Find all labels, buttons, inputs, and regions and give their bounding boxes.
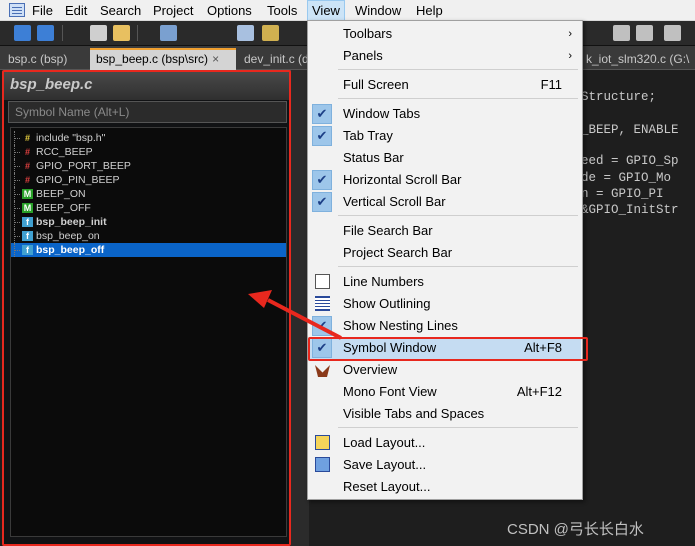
code-line: _BEEP, ENABLE — [581, 123, 679, 137]
tab-dev-init-c[interactable]: dev_init.c (d — [238, 48, 307, 70]
outlining-icon — [315, 296, 330, 311]
code-line: Structure; — [581, 90, 657, 104]
code-line: de = GPIO_Mo — [581, 171, 672, 185]
code-line: &GPIO_InitStr — [581, 203, 679, 217]
toolbar-button-icon[interactable] — [613, 25, 630, 41]
menu-item-label: Show Nesting Lines — [343, 318, 458, 333]
overview-icon — [315, 365, 330, 377]
menu-item-vertical-scroll-bar[interactable]: ✔ Vertical Scroll Bar — [309, 191, 581, 213]
checkmark-icon: ✔ — [312, 192, 332, 212]
tab-bsp-c[interactable]: bsp.c (bsp) — [2, 48, 88, 70]
menu-tools[interactable]: Tools — [267, 0, 297, 21]
submenu-arrow-icon: › — [568, 28, 572, 40]
highlight-box-symbol-window-item — [308, 337, 588, 361]
tab-bsp-beep-c[interactable]: bsp_beep.c (bsp\src) × — [90, 48, 236, 70]
menu-separator — [338, 266, 578, 267]
menu-item-overview[interactable]: Overview — [309, 359, 581, 381]
menu-item-full-screen[interactable]: Full Screen F11 — [309, 74, 581, 96]
menu-item-window-tabs[interactable]: ✔ Window Tabs — [309, 103, 581, 125]
menu-help[interactable]: Help — [416, 0, 443, 21]
highlight-box-symbol-window — [2, 70, 291, 546]
menu-item-tab-tray[interactable]: ✔ Tab Tray — [309, 125, 581, 147]
menu-item-toolbars[interactable]: Toolbars › — [309, 23, 581, 45]
code-line: eed = GPIO_Sp — [581, 154, 679, 168]
toolbar-button-icon[interactable] — [664, 25, 681, 41]
menu-item-label: Toolbars — [343, 26, 393, 41]
menu-item-label: Load Layout... — [343, 435, 426, 450]
menu-item-label: Tab Tray — [343, 128, 393, 143]
menu-item-label: Window Tabs — [343, 106, 421, 121]
tab-iot-slm320-c[interactable]: k_iot_slm320.c (G:\ — [580, 48, 695, 70]
view-menu-dropdown: Toolbars › Panels › Full Screen F11 ✔ Window Ta… — [307, 20, 583, 500]
menu-edit[interactable]: Edit — [65, 0, 87, 21]
menu-separator — [338, 215, 578, 216]
toolbar-separator — [137, 25, 138, 41]
code-line: n = GPIO_PI — [581, 187, 664, 201]
menu-item-label: Visible Tabs and Spaces — [343, 406, 485, 421]
menu-item-label: Horizontal Scroll Bar — [343, 172, 462, 187]
submenu-arrow-icon: › — [568, 50, 572, 62]
menu-item-mono-font-view[interactable]: Mono Font View Alt+F12 — [309, 381, 581, 403]
menu-item-file-search-bar[interactable]: File Search Bar — [309, 220, 581, 242]
toolbar-separator — [62, 25, 63, 41]
menu-item-project-search-bar[interactable]: Project Search Bar — [309, 242, 581, 264]
menu-item-label: Panels — [343, 48, 383, 63]
menu-item-label: Reset Layout... — [343, 479, 431, 494]
menu-item-show-nesting-lines[interactable]: ✔ Show Nesting Lines — [309, 315, 581, 337]
forward-arrow-icon[interactable] — [37, 25, 54, 41]
new-file-icon[interactable] — [90, 25, 107, 41]
menu-item-label: File Search Bar — [343, 223, 433, 238]
menu-project[interactable]: Project — [153, 0, 193, 21]
checkmark-icon: ✔ — [312, 170, 332, 190]
menu-item-show-outlining[interactable]: Show Outlining — [309, 293, 581, 315]
menu-item-label: Line Numbers — [343, 274, 424, 289]
menu-item-horizontal-scroll-bar[interactable]: ✔ Horizontal Scroll Bar — [309, 169, 581, 191]
tab-label: bsp.c (bsp) — [8, 52, 68, 66]
menu-item-shortcut: F11 — [540, 77, 562, 92]
checkmark-icon: ✔ — [312, 104, 332, 124]
checkmark-icon: ✔ — [312, 316, 332, 336]
menu-separator — [338, 427, 578, 428]
menu-item-label: Save Layout... — [343, 457, 427, 472]
menu-separator — [338, 98, 578, 99]
save-layout-icon — [315, 457, 330, 472]
menu-item-label: Overview — [343, 362, 398, 377]
menu-options[interactable]: Options — [207, 0, 252, 21]
toolbar-button-icon[interactable] — [237, 25, 254, 41]
menu-bar: File Edit Search Project Options Tools V… — [0, 0, 695, 21]
open-folder-icon[interactable] — [113, 25, 130, 41]
menu-item-load-layout[interactable]: Load Layout... — [309, 432, 581, 454]
line-numbers-icon — [315, 274, 330, 289]
menu-item-panels[interactable]: Panels › — [309, 45, 581, 67]
toolbar-button-icon[interactable] — [262, 25, 279, 41]
menu-file[interactable]: File — [32, 0, 53, 21]
checkmark-icon: ✔ — [312, 126, 332, 146]
menu-item-line-numbers[interactable]: Line Numbers — [309, 271, 581, 293]
close-icon[interactable]: × — [212, 52, 219, 66]
watermark: CSDN @弓长长白水 — [507, 521, 644, 538]
back-arrow-icon[interactable] — [14, 25, 31, 41]
menu-item-save-layout[interactable]: Save Layout... — [309, 454, 581, 476]
load-layout-icon — [315, 435, 330, 450]
menu-item-label: Status Bar — [343, 150, 404, 165]
tab-label: dev_init.c (d — [244, 52, 307, 66]
tab-label: bsp_beep.c (bsp\src) — [96, 52, 209, 66]
menu-item-shortcut: Alt+F12 — [516, 384, 562, 399]
menu-item-status-bar[interactable]: Status Bar — [309, 147, 581, 169]
menu-window[interactable]: Window — [355, 0, 401, 21]
menu-separator — [338, 69, 578, 70]
menu-search[interactable]: Search — [100, 0, 141, 21]
menu-item-label: Vertical Scroll Bar — [343, 194, 446, 209]
tab-label: k_iot_slm320.c (G:\ — [586, 52, 690, 66]
menu-item-label: Full Screen — [343, 77, 409, 92]
menu-item-label: Project Search Bar — [343, 245, 453, 260]
app-icon — [9, 3, 25, 17]
menu-item-label: Mono Font View — [343, 384, 437, 399]
menu-view[interactable]: View — [307, 0, 345, 21]
toolbar-button-icon[interactable] — [160, 25, 177, 41]
menu-item-label: Show Outlining — [343, 296, 431, 311]
menu-item-visible-tabs-and-spaces[interactable]: Visible Tabs and Spaces — [309, 403, 581, 425]
toolbar-button-icon[interactable] — [636, 25, 653, 41]
menu-item-reset-layout[interactable]: Reset Layout... — [309, 476, 581, 498]
